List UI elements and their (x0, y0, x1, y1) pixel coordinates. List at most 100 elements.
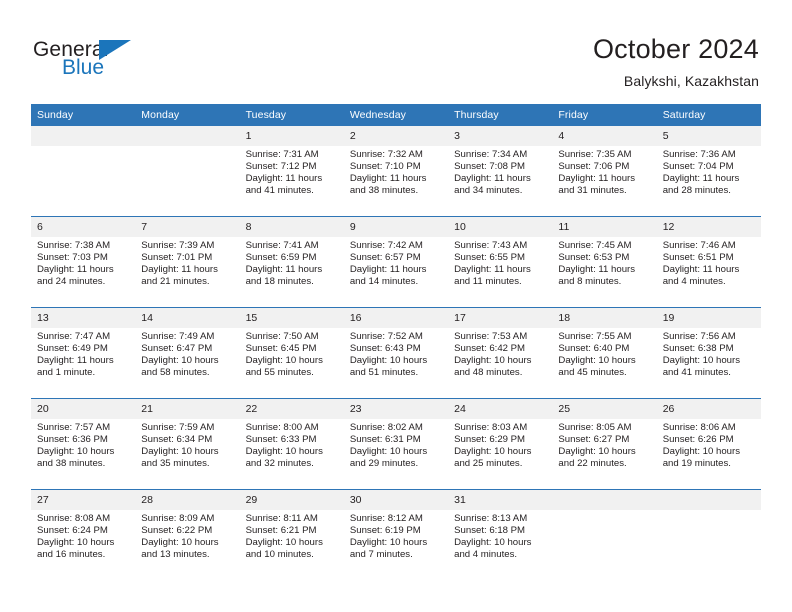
day-cell[interactable]: 18 Sunrise: 7:55 AM Sunset: 6:40 PM Dayl… (552, 307, 657, 399)
day-detail: Sunrise: 7:57 AM Sunset: 6:36 PM Dayligh… (31, 419, 135, 470)
day-number: 20 (31, 399, 136, 419)
day-number: 28 (135, 490, 240, 510)
day-number: 18 (552, 308, 657, 328)
day-detail: Sunrise: 7:55 AM Sunset: 6:40 PM Dayligh… (552, 328, 656, 379)
weekday-header-thursday: Thursday (448, 104, 553, 126)
day-cell[interactable]: 19 Sunrise: 7:56 AM Sunset: 6:38 PM Dayl… (656, 307, 761, 399)
sunrise-line: Sunrise: 8:11 AM (245, 513, 318, 524)
day-cell[interactable]: 31 Sunrise: 8:13 AM Sunset: 6:18 PM Dayl… (448, 489, 553, 580)
daylight-line: Daylight: 10 hours and 19 minutes. (662, 446, 741, 470)
day-cell[interactable]: 14 Sunrise: 7:49 AM Sunset: 6:47 PM Dayl… (135, 307, 240, 399)
day-cell (656, 489, 761, 580)
day-cell[interactable]: 3 Sunrise: 7:34 AM Sunset: 7:08 PM Dayli… (448, 126, 553, 217)
day-cell[interactable]: 26 Sunrise: 8:06 AM Sunset: 6:26 PM Dayl… (656, 398, 761, 490)
day-cell[interactable]: 28 Sunrise: 8:09 AM Sunset: 6:22 PM Dayl… (135, 489, 240, 580)
weekday-header-monday: Monday (135, 104, 240, 126)
sunset-line: Sunset: 6:38 PM (662, 343, 734, 355)
daylight-line: Daylight: 11 hours and 11 minutes. (454, 264, 531, 288)
day-cell[interactable]: 7 Sunrise: 7:39 AM Sunset: 7:01 PM Dayli… (135, 216, 240, 308)
daylight-line: Daylight: 11 hours and 38 minutes. (349, 173, 427, 197)
daylight-line: Daylight: 10 hours and 22 minutes. (558, 446, 636, 470)
day-cell[interactable]: 23 Sunrise: 8:02 AM Sunset: 6:31 PM Dayl… (343, 398, 449, 490)
day-detail: Sunrise: 7:50 AM Sunset: 6:45 PM Dayligh… (240, 328, 344, 379)
day-number (135, 126, 240, 146)
day-cell[interactable]: 21 Sunrise: 7:59 AM Sunset: 6:34 PM Dayl… (135, 398, 240, 490)
day-cell[interactable]: 10 Sunrise: 7:43 AM Sunset: 6:55 PM Dayl… (448, 216, 553, 308)
sunrise-line: Sunrise: 7:52 AM (349, 331, 423, 342)
day-cell[interactable]: 9 Sunrise: 7:42 AM Sunset: 6:57 PM Dayli… (343, 216, 449, 308)
day-cell[interactable]: 24 Sunrise: 8:03 AM Sunset: 6:29 PM Dayl… (448, 398, 553, 490)
daylight-line: Daylight: 11 hours and 41 minutes. (245, 173, 323, 197)
weekday-header-tuesday: Tuesday (239, 104, 344, 126)
day-cell[interactable]: 6 Sunrise: 7:38 AM Sunset: 7:03 PM Dayli… (31, 216, 136, 308)
day-detail: Sunrise: 8:09 AM Sunset: 6:22 PM Dayligh… (135, 510, 239, 561)
day-cell[interactable]: 29 Sunrise: 8:11 AM Sunset: 6:21 PM Dayl… (239, 489, 344, 580)
day-cell[interactable]: 17 Sunrise: 7:53 AM Sunset: 6:42 PM Dayl… (448, 307, 553, 399)
day-cell[interactable]: 12 Sunrise: 7:46 AM Sunset: 6:51 PM Dayl… (656, 216, 761, 308)
sunrise-line: Sunrise: 8:03 AM (454, 422, 528, 433)
sunrise-line: Sunrise: 8:09 AM (141, 513, 215, 524)
day-cell[interactable]: 22 Sunrise: 8:00 AM Sunset: 6:33 PM Dayl… (239, 398, 344, 490)
day-cell[interactable]: 1 Sunrise: 7:31 AM Sunset: 7:12 PM Dayli… (239, 126, 344, 217)
daylight-line: Daylight: 10 hours and 58 minutes. (141, 355, 219, 379)
sunrise-sunset-calendar-table: Sunday Monday Tuesday Wednesday Thursday… (31, 104, 761, 580)
day-cell[interactable]: 8 Sunrise: 7:41 AM Sunset: 6:59 PM Dayli… (239, 216, 344, 308)
day-cell[interactable]: 27 Sunrise: 8:08 AM Sunset: 6:24 PM Dayl… (31, 489, 136, 580)
sunrise-line: Sunrise: 7:36 AM (662, 149, 736, 160)
day-cell[interactable]: 20 Sunrise: 7:57 AM Sunset: 6:36 PM Dayl… (31, 398, 136, 490)
sunrise-line: Sunrise: 7:47 AM (37, 331, 111, 342)
daylight-line: Daylight: 11 hours and 34 minutes. (454, 173, 531, 197)
sunrise-line: Sunrise: 7:46 AM (662, 240, 736, 251)
sunset-line: Sunset: 6:55 PM (454, 252, 526, 264)
calendar-body: 1 Sunrise: 7:31 AM Sunset: 7:12 PM Dayli… (31, 126, 761, 580)
day-cell[interactable]: 2 Sunrise: 7:32 AM Sunset: 7:10 PM Dayli… (343, 126, 449, 217)
day-cell[interactable]: 30 Sunrise: 8:12 AM Sunset: 6:19 PM Dayl… (343, 489, 449, 580)
daylight-line: Daylight: 10 hours and 16 minutes. (37, 537, 115, 561)
day-number: 23 (343, 399, 449, 419)
day-detail: Sunrise: 8:06 AM Sunset: 6:26 PM Dayligh… (657, 419, 761, 470)
day-number: 14 (135, 308, 240, 328)
calendar-page: General Blue October 2024 Balykshi, Kaza… (0, 0, 792, 612)
day-number: 5 (656, 126, 761, 146)
day-cell[interactable]: 11 Sunrise: 7:45 AM Sunset: 6:53 PM Dayl… (552, 216, 657, 308)
day-cell[interactable]: 15 Sunrise: 7:50 AM Sunset: 6:45 PM Dayl… (239, 307, 344, 399)
day-cell[interactable]: 25 Sunrise: 8:05 AM Sunset: 6:27 PM Dayl… (552, 398, 657, 490)
sunrise-line: Sunrise: 7:31 AM (245, 149, 319, 160)
sunrise-line: Sunrise: 7:35 AM (558, 149, 632, 160)
day-cell[interactable]: 16 Sunrise: 7:52 AM Sunset: 6:43 PM Dayl… (343, 307, 449, 399)
day-detail: Sunrise: 8:03 AM Sunset: 6:29 PM Dayligh… (448, 419, 552, 470)
day-number (31, 126, 136, 146)
day-detail: Sunrise: 7:43 AM Sunset: 6:55 PM Dayligh… (448, 237, 552, 288)
day-cell[interactable]: 5 Sunrise: 7:36 AM Sunset: 7:04 PM Dayli… (656, 126, 761, 217)
day-number: 21 (135, 399, 240, 419)
weekday-header-friday: Friday (552, 104, 657, 126)
calendar-week-row: 1 Sunrise: 7:31 AM Sunset: 7:12 PM Dayli… (31, 126, 761, 217)
sunrise-line: Sunrise: 8:08 AM (37, 513, 111, 524)
sunrise-line: Sunrise: 8:00 AM (245, 422, 319, 433)
daylight-line: Daylight: 10 hours and 32 minutes. (245, 446, 323, 470)
sunset-line: Sunset: 6:51 PM (662, 252, 734, 264)
calendar-week-row: 6 Sunrise: 7:38 AM Sunset: 7:03 PM Dayli… (31, 216, 761, 308)
daylight-line: Daylight: 10 hours and 48 minutes. (454, 355, 532, 379)
sunset-line: Sunset: 7:04 PM (662, 161, 734, 173)
day-number: 4 (552, 126, 657, 146)
calendar-week-row: 27 Sunrise: 8:08 AM Sunset: 6:24 PM Dayl… (31, 489, 761, 580)
day-detail: Sunrise: 8:11 AM Sunset: 6:21 PM Dayligh… (240, 510, 344, 561)
general-blue-logo[interactable]: General Blue (33, 38, 213, 86)
daylight-line: Daylight: 10 hours and 55 minutes. (245, 355, 323, 379)
daylight-line: Daylight: 10 hours and 38 minutes. (37, 446, 115, 470)
day-cell[interactable]: 13 Sunrise: 7:47 AM Sunset: 6:49 PM Dayl… (31, 307, 136, 399)
day-number: 6 (31, 217, 136, 237)
daylight-line: Daylight: 11 hours and 4 minutes. (662, 264, 740, 288)
day-number: 25 (552, 399, 657, 419)
day-number: 19 (656, 308, 761, 328)
calendar-week-row: 20 Sunrise: 7:57 AM Sunset: 6:36 PM Dayl… (31, 398, 761, 490)
day-cell[interactable]: 4 Sunrise: 7:35 AM Sunset: 7:06 PM Dayli… (552, 126, 657, 217)
day-number: 15 (239, 308, 344, 328)
calendar-head: Sunday Monday Tuesday Wednesday Thursday… (31, 104, 761, 126)
day-detail: Sunrise: 7:34 AM Sunset: 7:08 PM Dayligh… (448, 146, 552, 197)
day-detail: Sunrise: 8:12 AM Sunset: 6:19 PM Dayligh… (344, 510, 448, 561)
day-detail: Sunrise: 7:47 AM Sunset: 6:49 PM Dayligh… (31, 328, 135, 379)
sunrise-line: Sunrise: 8:12 AM (349, 513, 423, 524)
calendar-week-row: 13 Sunrise: 7:47 AM Sunset: 6:49 PM Dayl… (31, 307, 761, 399)
